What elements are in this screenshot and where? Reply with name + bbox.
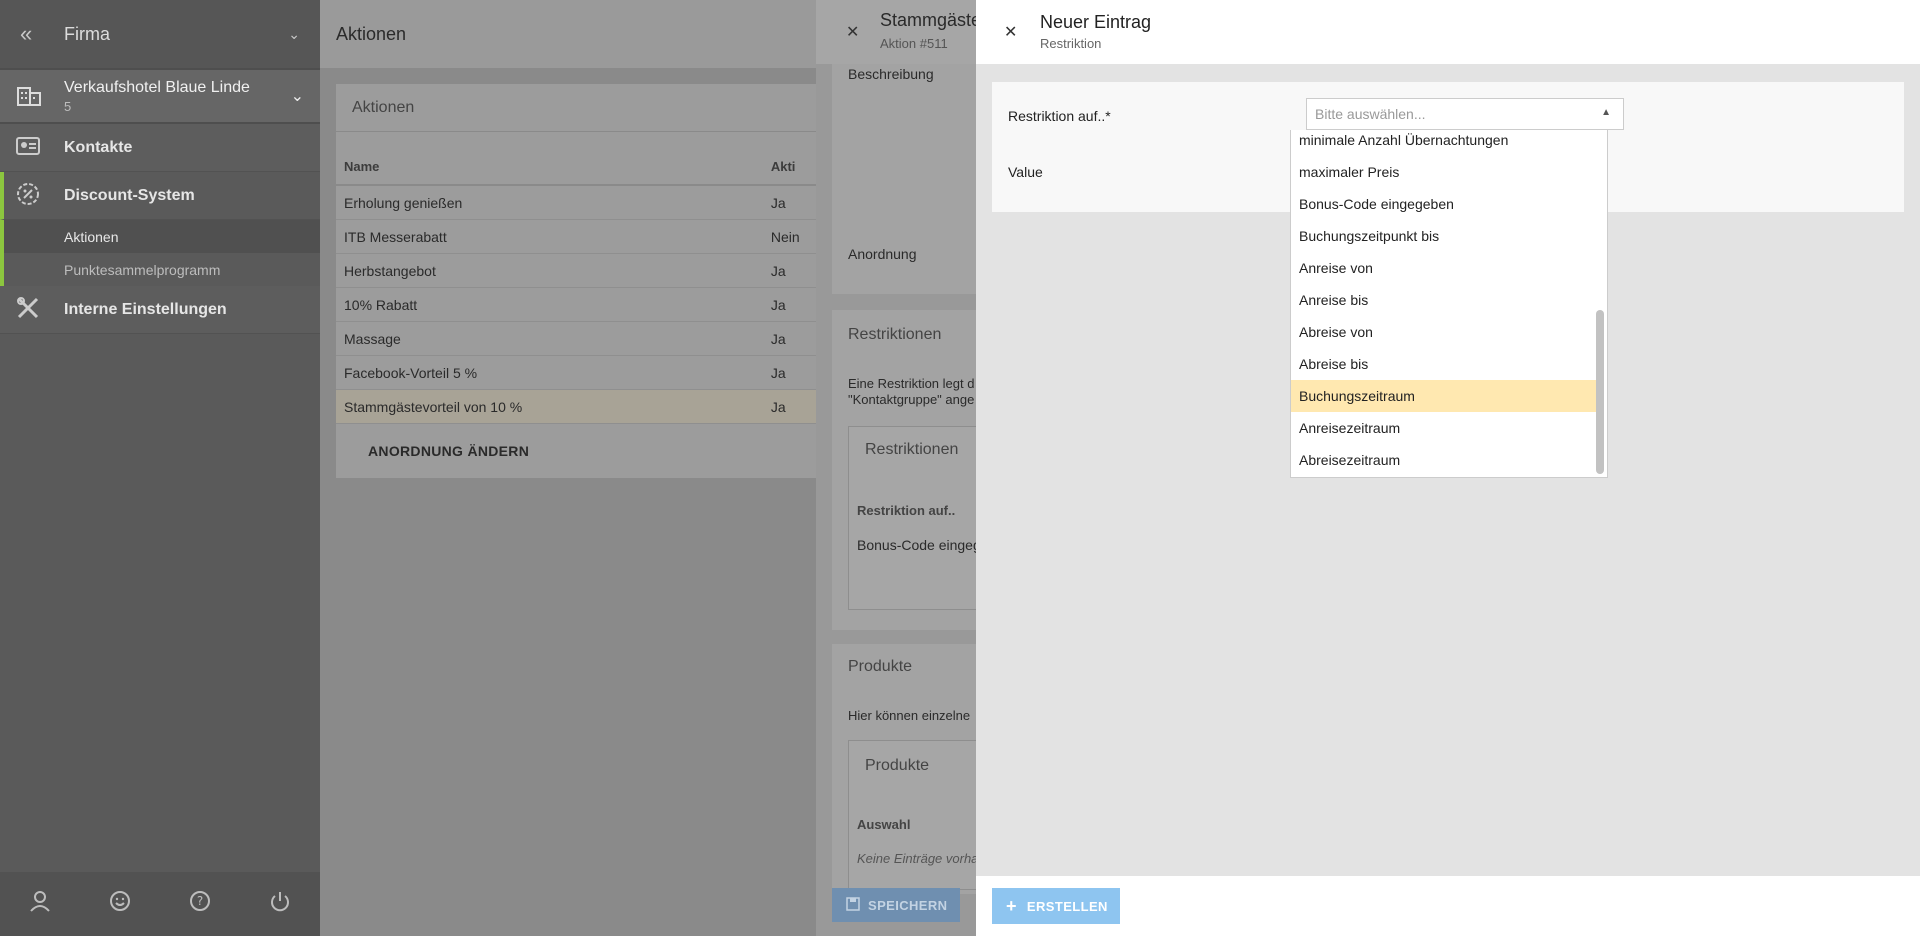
column-header-name[interactable]: Name <box>344 159 771 174</box>
value-field-label: Value <box>1008 164 1043 180</box>
table-row[interactable]: ITB Messerabatt Nein <box>336 220 836 254</box>
modal-header: ✕ Neuer Eintrag Restriktion <box>976 0 1920 64</box>
sidebar-item-kontakte[interactable]: Kontakte <box>0 124 320 172</box>
produkte-empty-text: Keine Einträge vorhan <box>857 851 976 866</box>
modal-title: Neuer Eintrag <box>1040 12 1152 32</box>
table-row[interactable]: Facebook-Vorteil 5 % Ja <box>336 356 836 390</box>
restriktionen-table: Restriktionen Restriktion auf.. Bonus-Co… <box>848 426 976 610</box>
smiley-icon[interactable] <box>109 890 131 918</box>
detail-general-card: Beschreibung Anordnung <box>832 64 976 294</box>
table-header: Name Akti <box>336 132 836 186</box>
sidebar-header: « Firma ⌄ <box>0 0 320 68</box>
restriktionen-table-title: Restriktionen <box>865 441 959 458</box>
row-name: Massage <box>344 330 401 347</box>
restriktion-column-header: Restriktion auf.. <box>857 503 956 518</box>
produkte-column-header: Auswahl <box>857 817 911 832</box>
row-name: Erholung genießen <box>344 194 463 211</box>
anordnung-label: Anordnung <box>848 246 917 262</box>
dropdown-scrollbar[interactable] <box>1596 310 1604 474</box>
dropdown-option[interactable]: minimale Anzahl Übernachtungen <box>1291 130 1597 156</box>
table-row[interactable]: Erholung genießen Ja <box>336 186 836 220</box>
dropdown-option[interactable]: Abreise von <box>1291 316 1597 348</box>
create-button[interactable]: + ERSTELLEN <box>992 888 1120 924</box>
dropdown-option-highlighted[interactable]: Buchungszeitraum <box>1291 380 1597 412</box>
chevron-down-icon[interactable]: ⌄ <box>291 86 304 106</box>
dropdown-option[interactable]: Buchungszeitpunkt bis <box>1291 220 1597 252</box>
restriktion-field-label: Restriktion auf..* <box>1008 108 1111 124</box>
produkte-table-title: Produkte <box>865 757 930 774</box>
action-detail-panel: ✕ Stammgäste Aktion #511 Beschreibung An… <box>816 0 976 936</box>
produkte-text: Hier können einzelne <box>848 708 971 723</box>
dropdown-option[interactable]: maximaler Preis <box>1291 156 1597 188</box>
caret-up-icon: ▲ <box>1601 107 1611 118</box>
table-row[interactable]: Massage Ja <box>336 322 836 356</box>
reorder-button[interactable]: ANORDNUNG ÄNDERN <box>336 424 836 478</box>
save-button-label: SPEICHERN <box>868 897 948 913</box>
table-row-selected[interactable]: Stammgästevorteil von 10 % Ja <box>336 390 836 424</box>
sidebar-item-label: Discount-System <box>64 186 195 204</box>
help-icon[interactable]: ? <box>189 890 211 918</box>
floppy-disk-icon <box>846 896 860 914</box>
close-icon[interactable]: ✕ <box>1004 22 1017 42</box>
close-icon[interactable]: ✕ <box>846 22 859 42</box>
building-icon <box>16 84 46 109</box>
select-placeholder: Bitte auswählen... <box>1315 106 1426 122</box>
discount-badge-icon <box>16 182 46 209</box>
produkte-title: Produkte <box>848 658 913 675</box>
detail-header: ✕ Stammgäste Aktion #511 <box>816 0 976 64</box>
modal-subtitle: Restriktion <box>1040 36 1102 51</box>
restriktion-row-value[interactable]: Bonus-Code eingege <box>857 537 976 553</box>
dropdown-option[interactable]: Abreisezeitraum <box>1291 444 1597 476</box>
restriktion-dropdown-list[interactable]: minimale Anzahl Übernachtungen maximaler… <box>1290 130 1608 478</box>
sidebar-subitem-aktionen[interactable]: Aktionen <box>0 220 320 253</box>
card-title: Aktionen <box>336 84 836 132</box>
sidebar-item-label: Kontakte <box>64 138 133 156</box>
dropdown-option[interactable]: Anreise bis <box>1291 284 1597 316</box>
beschreibung-label: Beschreibung <box>848 66 934 82</box>
chevron-down-icon[interactable]: ⌄ <box>288 26 300 43</box>
page-title: Aktionen <box>320 0 816 68</box>
restriktionen-text-2: "Kontaktgruppe" ange <box>848 392 975 407</box>
user-icon[interactable] <box>29 890 51 918</box>
create-button-label: ERSTELLEN <box>1026 898 1108 914</box>
dropdown-option[interactable]: Anreise von <box>1291 252 1597 284</box>
row-name: Facebook-Vorteil 5 % <box>344 364 478 381</box>
detail-subtitle: Aktion #511 <box>880 36 948 51</box>
modal-footer: + ERSTELLEN <box>976 876 1920 936</box>
sidebar-item-discount-system[interactable]: Discount-System <box>0 172 320 220</box>
actions-card: Aktionen Name Akti Erholung genießen Ja I… <box>336 84 836 478</box>
restriktion-select[interactable]: Bitte auswählen... ▲ <box>1306 98 1624 130</box>
sidebar: « Firma ⌄ Verkaufshotel Blaue Linde 5 ⌄ … <box>0 0 320 936</box>
hotel-selector[interactable]: Verkaufshotel Blaue Linde 5 ⌄ <box>0 68 320 124</box>
row-name: 10% Rabatt <box>344 296 418 313</box>
row-name: ITB Messerabatt <box>344 228 447 245</box>
firm-selector-label[interactable]: Firma <box>64 24 288 45</box>
sidebar-item-interne-einstellungen[interactable]: Interne Einstellungen <box>0 286 320 334</box>
dropdown-option[interactable]: Abreise bis <box>1291 348 1597 380</box>
contact-card-icon <box>16 137 46 158</box>
hotel-sub: 5 <box>64 98 72 114</box>
power-icon[interactable] <box>269 890 291 918</box>
collapse-sidebar-icon[interactable]: « <box>20 21 44 47</box>
produkte-table: Produkte Auswahl Keine Einträge vorhan <box>848 740 976 890</box>
restriktionen-text-1: Eine Restriktion legt d <box>848 376 975 391</box>
dropdown-option[interactable]: Bonus-Code eingegeben <box>1291 188 1597 220</box>
sidebar-item-label: Interne Einstellungen <box>64 300 227 318</box>
row-name: Herbstangebot <box>344 262 436 279</box>
plus-icon: + <box>1006 895 1017 916</box>
sidebar-footer: ? <box>0 872 320 936</box>
table-row[interactable]: 10% Rabatt Ja <box>336 288 836 322</box>
tools-icon <box>16 296 46 323</box>
hotel-name: Verkaufshotel Blaue Linde <box>64 78 250 96</box>
row-name: Stammgästevorteil von 10 % <box>344 398 523 415</box>
actions-panel: Aktionen Aktionen Name Akti Erholung gen… <box>320 0 836 936</box>
svg-text:?: ? <box>197 894 203 908</box>
dropdown-option[interactable]: Anreisezeitraum <box>1291 412 1597 444</box>
restriktionen-title: Restriktionen <box>848 326 942 343</box>
save-button[interactable]: SPEICHERN <box>832 888 960 922</box>
table-row[interactable]: Herbstangebot Ja <box>336 254 836 288</box>
sidebar-subitem-punktesammelprogramm[interactable]: Punktesammelprogramm <box>0 253 320 286</box>
detail-title: Stammgäste <box>880 10 976 30</box>
